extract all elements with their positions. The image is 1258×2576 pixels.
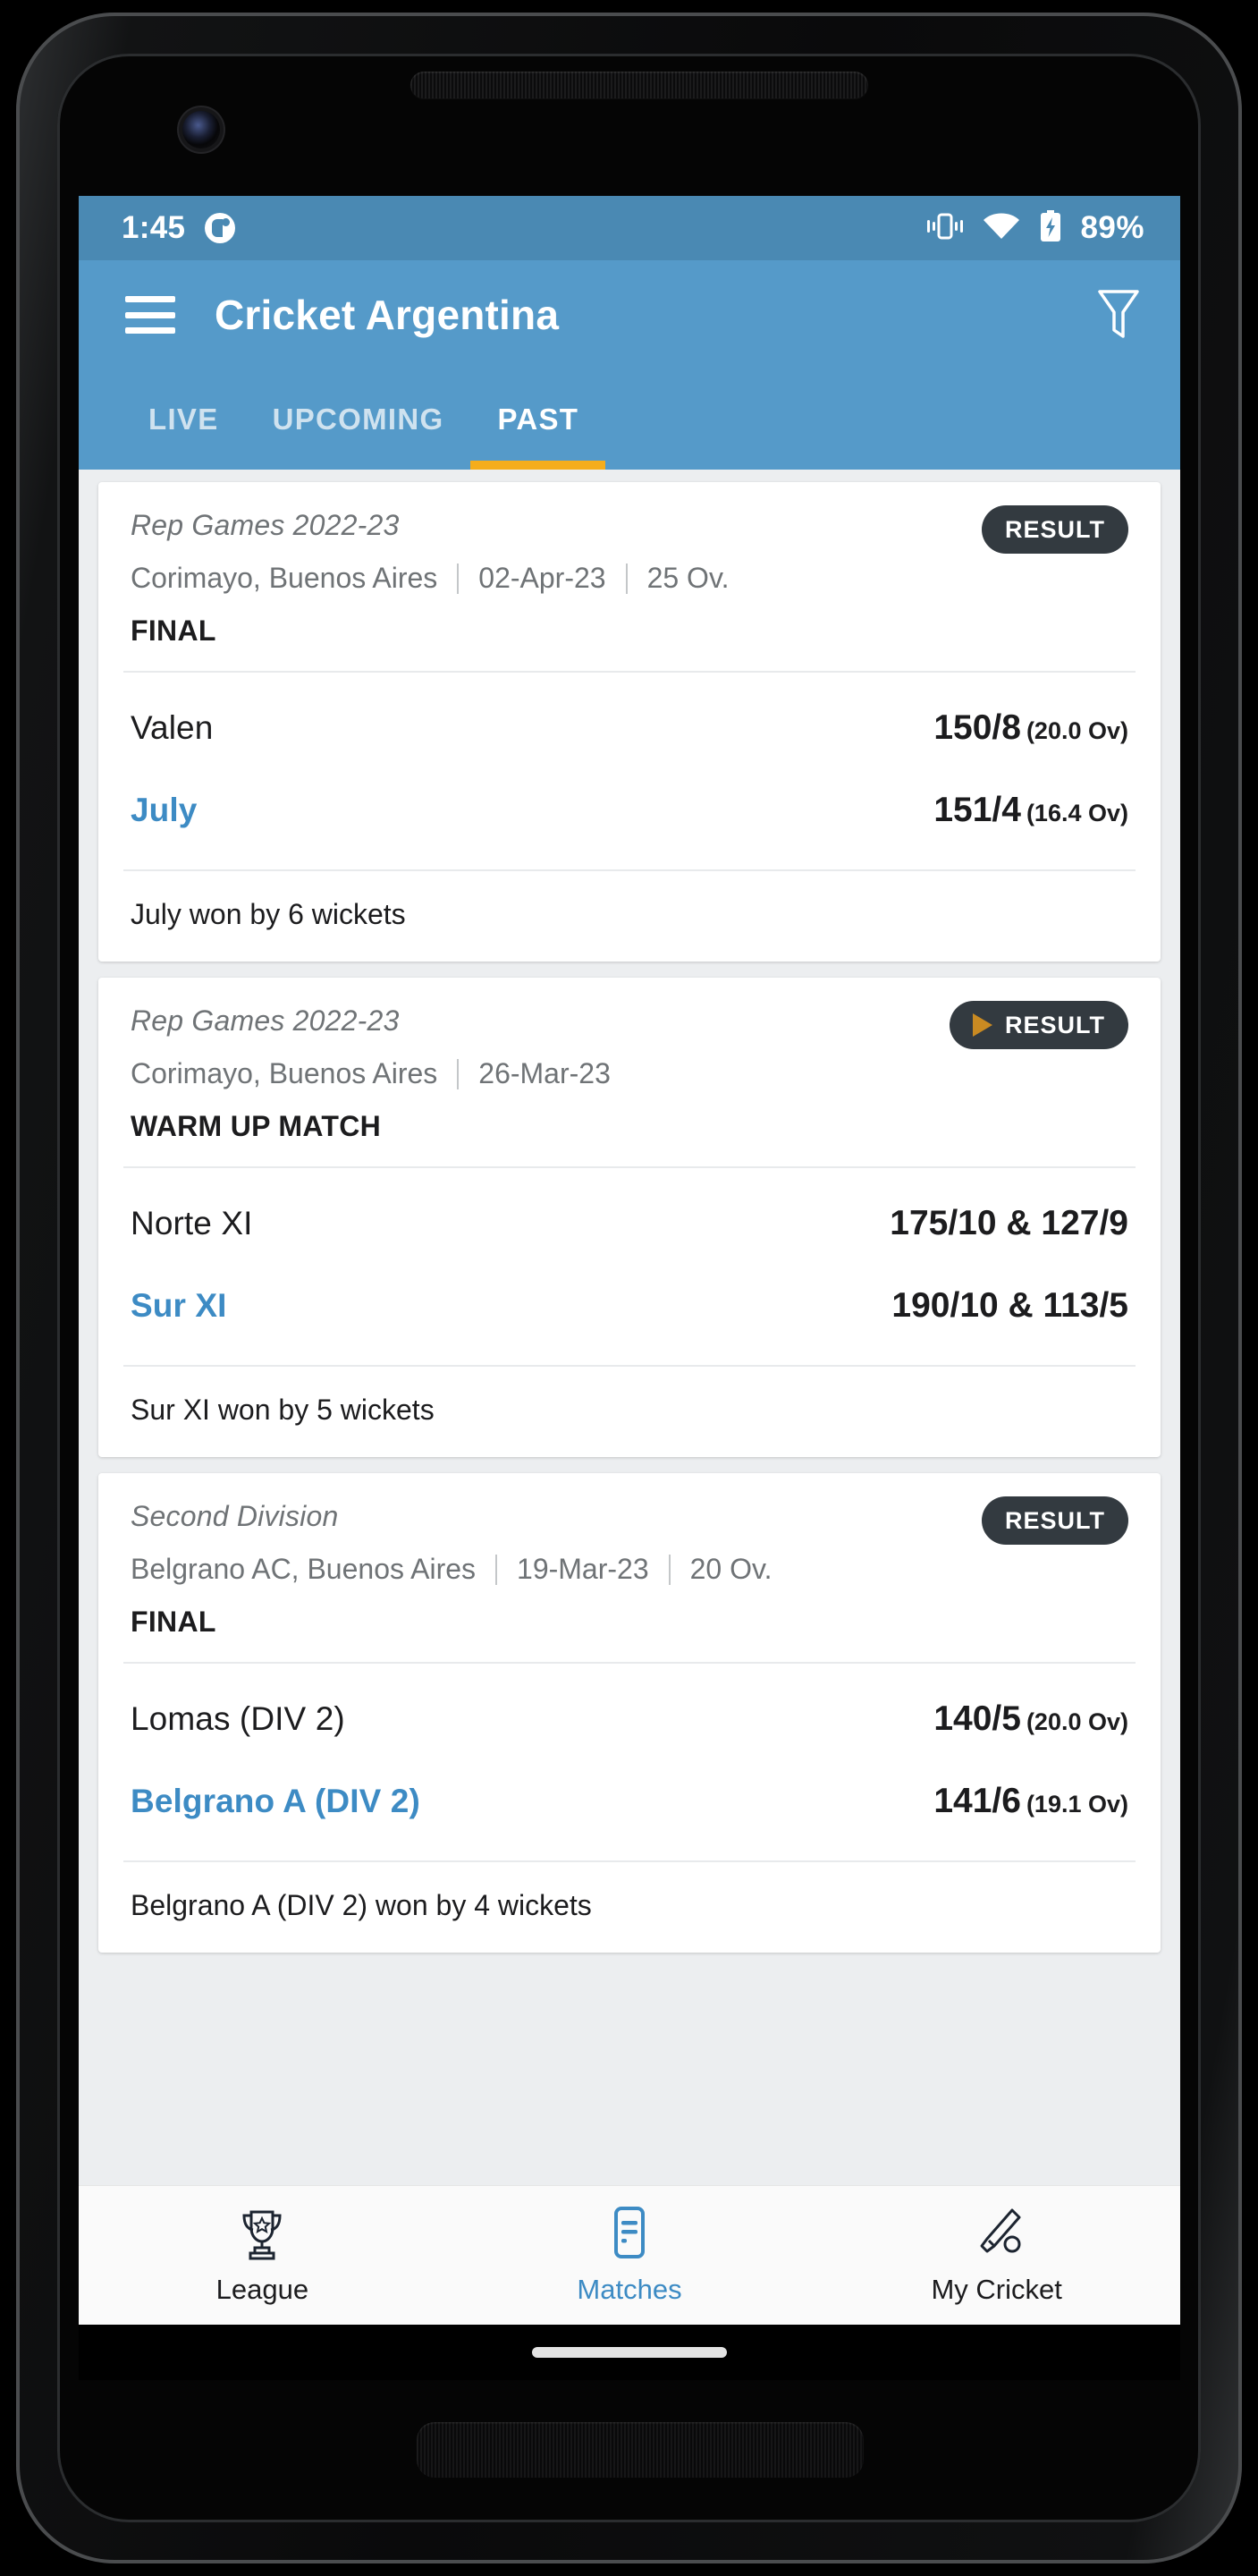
match-card[interactable]: Second Division Belgrano AC, Buenos Aires…	[98, 1473, 1161, 1953]
series-name: Second Division	[131, 1500, 339, 1532]
team-score: 140/5	[933, 1699, 1021, 1738]
team-overs: (19.1 Ov)	[1026, 1791, 1128, 1818]
team-score: 175/10 & 127/9	[890, 1204, 1128, 1242]
nav-item-label: League	[215, 2274, 309, 2305]
team-name: Lomas (DIV 2)	[131, 1700, 345, 1737]
front-camera-lens	[182, 111, 220, 148]
meta-separator	[625, 563, 628, 594]
team-score-row: Norte XI 175/10 & 127/9	[131, 1182, 1128, 1265]
bottom-navigation-bar: League Matches My Cricket	[79, 2185, 1180, 2325]
app-bar: Cricket Argentina	[79, 260, 1180, 369]
team-score-row: Valen 150/8 (20.0 Ov)	[131, 687, 1128, 769]
result-badge-label: RESULT	[1005, 1506, 1105, 1534]
bottom-speaker-grille	[417, 2422, 864, 2478]
nav-item-league[interactable]: League	[79, 2186, 446, 2325]
team-overs: (20.0 Ov)	[1026, 1708, 1128, 1735]
match-date: 02-Apr-23	[478, 562, 606, 594]
home-indicator-bar[interactable]	[532, 2347, 727, 2358]
match-venue: Belgrano AC, Buenos Aires	[131, 1553, 477, 1585]
match-card-header: Rep Games 2022-23 Corimayo, Buenos Aires 2…	[98, 978, 1161, 1166]
nav-item-my-cricket[interactable]: My Cricket	[813, 2186, 1180, 2325]
innings-scores: Valen 150/8 (20.0 Ov) July 151/4 (16.4 Ov)	[98, 673, 1161, 869]
wifi-icon	[982, 211, 1021, 246]
match-date: 26-Mar-23	[478, 1057, 611, 1089]
team-score: 141/6	[933, 1782, 1021, 1820]
battery-charging-icon	[1039, 209, 1062, 247]
match-card[interactable]: Rep Games 2022-23 Corimayo, Buenos Aires 2…	[98, 978, 1161, 1457]
result-badge[interactable]: RESULT	[982, 505, 1128, 554]
tab-past[interactable]: PAST	[470, 369, 606, 470]
team-score: 190/10 & 113/5	[891, 1286, 1128, 1325]
result-badge[interactable]: RESULT	[950, 1001, 1128, 1049]
match-type-label: WARM UP MATCH	[131, 1110, 382, 1142]
result-badge[interactable]: RESULT	[982, 1496, 1128, 1545]
tab-upcoming[interactable]: UPCOMING	[246, 369, 471, 470]
team-score-row: Lomas (DIV 2) 140/5 (20.0 Ov)	[131, 1678, 1128, 1760]
series-name: Rep Games 2022-23	[131, 509, 400, 541]
status-bar-left: 1:45	[122, 210, 236, 246]
team-overs: (20.0 Ov)	[1026, 717, 1128, 744]
hamburger-menu-icon[interactable]	[125, 296, 175, 334]
cricket-bat-ball-icon	[969, 2205, 1025, 2265]
team-score: 150/8	[933, 708, 1021, 747]
team-score-row: Belgrano A (DIV 2) 141/6 (19.1 Ov)	[131, 1760, 1128, 1843]
team-name: Belgrano A (DIV 2)	[131, 1783, 420, 1819]
innings-scores: Norte XI 175/10 & 127/9 Sur XI 190/10 & 113…	[98, 1168, 1161, 1365]
match-meta-line: Corimayo, Buenos Aires 26-Mar-23	[131, 1057, 1128, 1090]
earpiece-speaker-grille	[410, 72, 868, 98]
team-name: Valen	[131, 709, 214, 746]
phone-device-frame: 1:45 89% Cricket Argentina LIVE UPCOMING…	[16, 13, 1242, 2563]
meta-separator	[457, 1058, 460, 1089]
match-result-summary: Belgrano A (DIV 2) won by 4 wickets	[131, 1889, 592, 1921]
match-card[interactable]: Rep Games 2022-23 Corimayo, Buenos Aires 0…	[98, 482, 1161, 962]
nav-item-label: My Cricket	[931, 2274, 1062, 2305]
innings-scores: Lomas (DIV 2) 140/5 (20.0 Ov) Belgrano A (D…	[98, 1664, 1161, 1860]
team-score-row: July 151/4 (16.4 Ov)	[131, 769, 1128, 852]
tab-live[interactable]: LIVE	[122, 369, 246, 470]
status-bar-right: 89%	[926, 209, 1144, 247]
match-type-label: FINAL	[131, 614, 216, 647]
play-video-icon[interactable]	[973, 1013, 992, 1037]
match-venue: Corimayo, Buenos Aires	[131, 562, 438, 594]
notification-dot-icon	[205, 213, 236, 243]
match-result-summary: Sur XI won by 5 wickets	[131, 1394, 435, 1426]
team-name: Sur XI	[131, 1287, 227, 1324]
meta-separator	[668, 1554, 671, 1585]
vibrate-icon	[926, 211, 964, 246]
team-overs: (16.4 Ov)	[1026, 800, 1128, 826]
matches-list-icon	[602, 2205, 657, 2265]
nav-item-label: Matches	[577, 2274, 682, 2305]
team-name: July	[131, 792, 198, 828]
result-badge-label: RESULT	[1005, 1011, 1105, 1038]
match-result-summary: July won by 6 wickets	[131, 898, 406, 930]
system-gesture-bar	[79, 2325, 1180, 2380]
match-date: 19-Mar-23	[517, 1553, 649, 1585]
match-card-header: Rep Games 2022-23 Corimayo, Buenos Aires 0…	[98, 482, 1161, 671]
match-overs-limit: 25 Ov.	[646, 562, 730, 594]
battery-percentage-label: 89%	[1080, 210, 1144, 245]
team-name: Norte XI	[131, 1205, 253, 1241]
result-badge-label: RESULT	[1005, 515, 1105, 543]
match-venue: Corimayo, Buenos Aires	[131, 1057, 438, 1089]
team-score-row: Sur XI 190/10 & 113/5	[131, 1265, 1128, 1347]
team-score: 151/4	[933, 791, 1021, 829]
page-title: Cricket Argentina	[215, 292, 560, 338]
match-state-tabs: LIVE UPCOMING PAST	[79, 369, 1180, 470]
meta-separator	[495, 1554, 498, 1585]
trophy-icon	[234, 2205, 290, 2265]
past-matches-list[interactable]: Rep Games 2022-23 Corimayo, Buenos Aires 0…	[79, 470, 1180, 2380]
match-meta-line: Belgrano AC, Buenos Aires 19-Mar-23 20 Ov.	[131, 1553, 1128, 1586]
match-card-header: Second Division Belgrano AC, Buenos Aires…	[98, 1473, 1161, 1662]
nav-item-matches[interactable]: Matches	[446, 2186, 814, 2325]
status-bar: 1:45 89%	[79, 196, 1180, 260]
status-bar-clock: 1:45	[122, 210, 186, 245]
match-meta-line: Corimayo, Buenos Aires 02-Apr-23 25 Ov.	[131, 562, 1128, 595]
device-screen: 1:45 89% Cricket Argentina LIVE UPCOMING…	[79, 196, 1180, 2380]
filter-funnel-icon[interactable]	[1096, 287, 1141, 343]
match-overs-limit: 20 Ov.	[689, 1553, 773, 1585]
meta-separator	[457, 563, 460, 594]
match-type-label: FINAL	[131, 1606, 216, 1638]
